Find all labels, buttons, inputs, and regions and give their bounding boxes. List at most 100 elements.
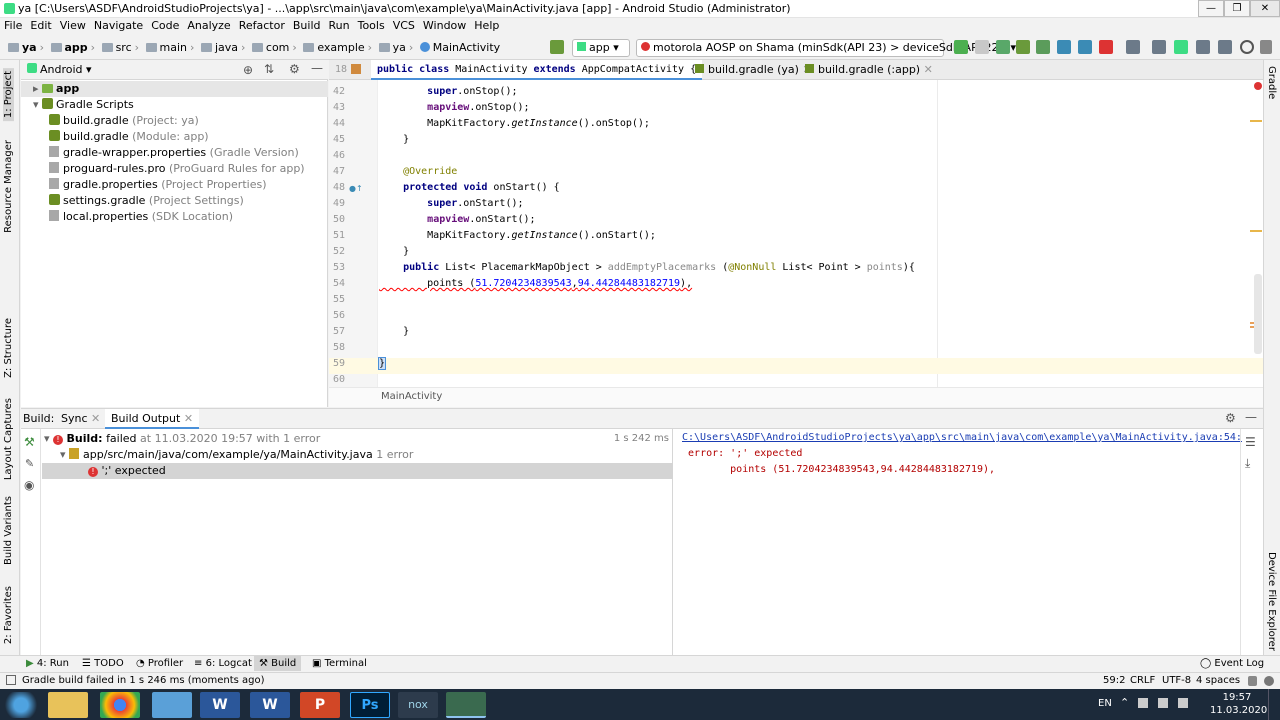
attach-debugger-icon[interactable] — [1078, 40, 1092, 54]
breadcrumb-com[interactable]: com — [266, 41, 290, 54]
error-stripe-icon[interactable] — [1254, 82, 1262, 90]
structure-icon[interactable] — [1218, 40, 1232, 54]
app-icon[interactable] — [152, 692, 192, 718]
sync-icon[interactable] — [1126, 40, 1140, 54]
clock-date[interactable]: 11.03.2020 — [1210, 705, 1267, 716]
layout-captures-tab[interactable]: Layout Captures — [3, 398, 14, 480]
chrome-icon[interactable] — [100, 692, 140, 718]
locate-icon[interactable]: ⊕ — [243, 63, 253, 77]
apply-changes-icon[interactable] — [954, 40, 968, 54]
menu-help[interactable]: Help — [470, 18, 503, 33]
code-line[interactable]: } — [377, 357, 387, 370]
lock-icon[interactable] — [1248, 676, 1257, 686]
breadcrumb-example[interactable]: example — [317, 41, 364, 54]
breadcrumb-ya-package[interactable]: ya — [393, 41, 406, 54]
tree-row-file[interactable]: build.gradle (Project: ya) — [49, 113, 199, 129]
rebuild-icon[interactable]: ⚒ — [24, 435, 35, 449]
search-icon[interactable] — [1240, 40, 1254, 54]
volume-icon[interactable] — [1178, 698, 1188, 708]
sdk-manager-icon[interactable] — [1174, 40, 1188, 54]
code-line[interactable]: MapKitFactory.getInstance().onStop(); — [379, 118, 650, 129]
code-line[interactable]: } — [379, 246, 409, 257]
tree-row-file[interactable]: settings.gradle (Project Settings) — [49, 193, 244, 209]
hide-icon[interactable]: — — [1245, 410, 1257, 424]
tool-build[interactable]: ⚒ Build — [254, 656, 302, 671]
breadcrumb-app[interactable]: app — [65, 41, 88, 54]
editor-breadcrumb-class[interactable]: MainActivity — [381, 391, 442, 402]
menu-tools[interactable]: Tools — [354, 18, 389, 33]
gear-icon[interactable]: ⚙ — [1225, 411, 1236, 425]
code-line[interactable]: super.onStart(); — [379, 198, 523, 209]
build-variants-tab[interactable]: Build Variants — [3, 496, 14, 565]
code-line[interactable]: } — [379, 134, 409, 145]
favorites-tab[interactable]: 2: Favorites — [3, 586, 14, 644]
menu-view[interactable]: View — [56, 18, 90, 33]
hammer-icon[interactable] — [550, 40, 564, 54]
minimize-button[interactable]: — — [1198, 0, 1224, 17]
menu-edit[interactable]: Edit — [26, 18, 55, 33]
resource-manager-tab[interactable]: Resource Manager — [3, 140, 14, 233]
build-output-console[interactable]: C:\Users\ASDF\AndroidStudioProjects\ya\a… — [674, 429, 1242, 656]
build-file-row[interactable]: ▾ app/src/main/java/com/example/ya/MainA… — [60, 447, 413, 463]
word-icon[interactable]: W — [200, 692, 240, 718]
menu-code[interactable]: Code — [147, 18, 183, 33]
more-icon[interactable] — [1260, 40, 1272, 54]
tab-build-output[interactable]: Build Output ✕ — [105, 409, 200, 429]
device-file-explorer-tab[interactable]: Device File Explorer — [1266, 552, 1277, 651]
coverage-icon[interactable] — [1036, 40, 1050, 54]
indent-setting[interactable]: 4 spaces — [1196, 675, 1240, 686]
tool-logcat[interactable]: ≡ 6: Logcat — [194, 658, 252, 669]
maximize-button[interactable]: ❐ — [1224, 0, 1250, 17]
battery-icon[interactable] — [1158, 698, 1168, 708]
layout-inspector-icon[interactable] — [1196, 40, 1210, 54]
tree-row-file[interactable]: build.gradle (Module: app) — [49, 129, 209, 145]
gradle-tab[interactable]: Gradle — [1266, 66, 1277, 99]
avd-manager-icon[interactable] — [1152, 40, 1166, 54]
tray-chevron-icon[interactable]: ⌃ — [1120, 696, 1129, 709]
tab-sync[interactable]: Sync ✕ — [61, 412, 100, 425]
caret-position[interactable]: 59:2 — [1103, 675, 1125, 686]
pin-icon[interactable]: ✎ — [25, 457, 34, 470]
code-line[interactable]: points (51.7204234839543,94.442844831827… — [379, 278, 692, 289]
tree-row-file[interactable]: gradle-wrapper.properties (Gradle Versio… — [49, 145, 299, 161]
tree-row-gradle-scripts[interactable]: ▾ Gradle Scripts — [33, 97, 134, 113]
tree-row-app[interactable]: ▸ app — [21, 81, 328, 97]
hide-icon[interactable]: — — [311, 61, 323, 75]
apply-code-changes-icon[interactable] — [975, 40, 989, 54]
build-result-row[interactable]: ▾ ! Build: failed at 11.03.2020 19:57 wi… — [44, 431, 673, 447]
sticky-class-header[interactable]: public class MainActivity extends AppCom… — [371, 60, 703, 80]
device-select[interactable]: motorola AOSP on Shama (minSdk(API 23) >… — [636, 39, 1016, 57]
nox-icon[interactable]: nox — [398, 692, 438, 718]
code-line[interactable]: public List< PlacemarkMapObject > addEmp… — [379, 262, 915, 273]
menu-build[interactable]: Build — [289, 18, 325, 33]
status-message[interactable]: Gradle build failed in 1 s 246 ms (momen… — [22, 675, 265, 686]
gear-icon[interactable]: ⚙ — [289, 62, 300, 76]
tool-todo[interactable]: ☰ TODO — [82, 658, 124, 669]
soft-wrap-icon[interactable]: ☰ — [1245, 435, 1256, 449]
tree-row-file[interactable]: gradle.properties (Project Properties) — [49, 177, 267, 193]
photoshop-icon[interactable]: Ps — [350, 692, 390, 718]
word-document-icon[interactable]: W — [250, 692, 290, 718]
error-location-link[interactable]: C:\Users\ASDF\AndroidStudioProjects\ya\a… — [682, 432, 1242, 443]
start-button-icon[interactable] — [2, 692, 40, 718]
tool-run[interactable]: ▶ 4: Run — [26, 658, 69, 669]
breadcrumb-java[interactable]: java — [215, 41, 238, 54]
tool-event-log[interactable]: ◯ Event Log — [1200, 658, 1264, 669]
structure-tab[interactable]: Z: Structure — [3, 318, 14, 378]
powerpoint-icon[interactable]: P — [300, 692, 340, 718]
menu-vcs[interactable]: VCS — [389, 18, 419, 33]
project-view-select[interactable]: Android ▾ — [40, 63, 92, 76]
run-config-select[interactable]: app ▾ — [572, 39, 630, 57]
breadcrumb-main[interactable]: main — [160, 41, 187, 54]
toggle-tool-windows-icon[interactable] — [6, 675, 16, 685]
android-studio-taskbar-icon[interactable] — [446, 692, 486, 718]
file-explorer-icon[interactable] — [48, 692, 88, 718]
menu-navigate[interactable]: Navigate — [90, 18, 147, 33]
editor-scrollbar[interactable] — [1254, 274, 1262, 354]
project-tool-tab[interactable]: 1: Project — [3, 68, 14, 122]
profile-icon[interactable] — [1057, 40, 1071, 54]
scroll-to-end-icon[interactable]: ⤓ — [1245, 456, 1250, 471]
tool-terminal[interactable]: ▣ Terminal — [312, 658, 367, 669]
inspector-icon[interactable] — [1264, 676, 1274, 686]
code-line[interactable]: protected void onStart() { — [379, 182, 560, 193]
